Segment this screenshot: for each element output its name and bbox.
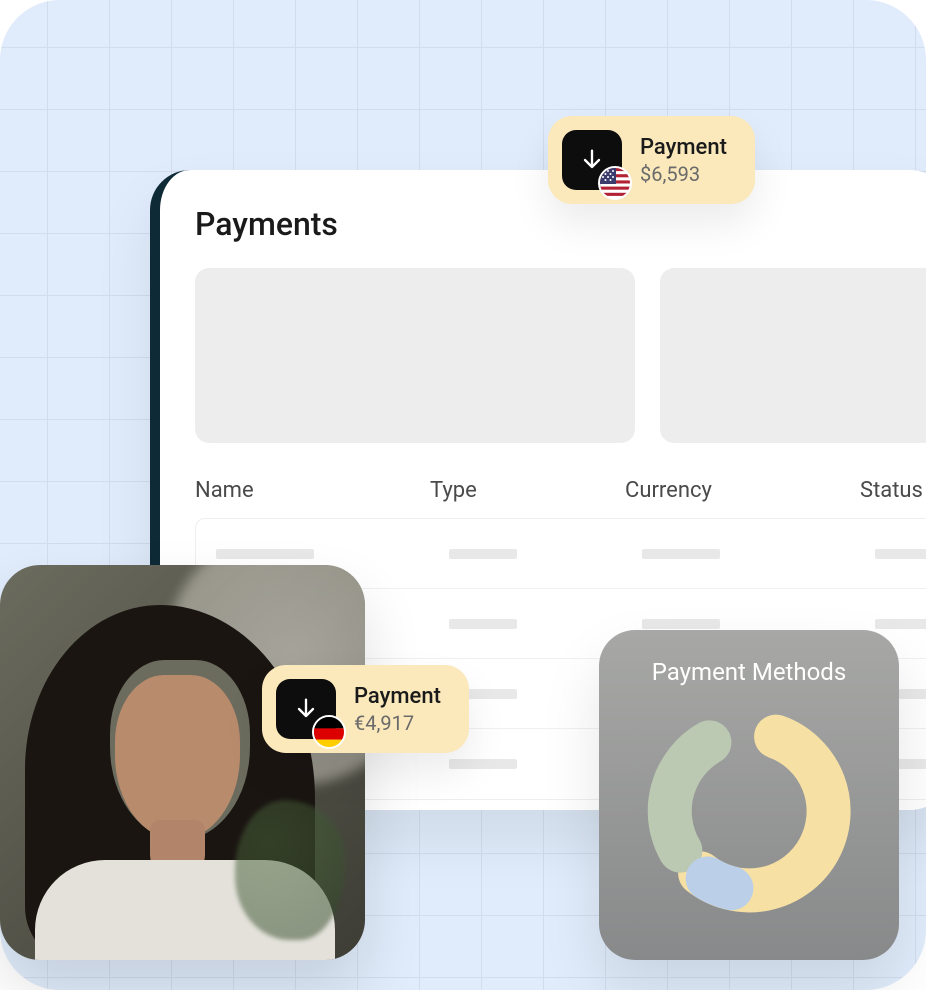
summary-cards-row <box>195 268 926 443</box>
payment-card-us: Payment $6,593 <box>548 116 755 204</box>
payment-amount: €4,917 <box>354 711 441 735</box>
payment-icon-wrap <box>276 679 336 739</box>
skeleton-cell <box>875 549 926 559</box>
payment-label: Payment <box>354 684 441 709</box>
summary-card-placeholder <box>195 268 635 443</box>
skeleton-cell <box>642 619 720 629</box>
skeleton-cell <box>449 619 517 629</box>
skeleton-cell <box>449 759 517 769</box>
table-header-row: Name Type Currency Status <box>195 478 926 503</box>
payment-label: Payment <box>640 135 727 160</box>
payment-icon-wrap <box>562 130 622 190</box>
skeleton-cell <box>216 549 314 559</box>
col-header-name: Name <box>195 478 430 503</box>
payment-card-text: Payment €4,917 <box>354 684 441 735</box>
col-header-type: Type <box>430 478 625 503</box>
payment-card-de: Payment €4,917 <box>262 665 469 753</box>
flag-de-icon <box>312 715 346 749</box>
promo-canvas: Payments Name Type Currency Status <box>0 0 926 990</box>
summary-card-placeholder <box>660 268 926 443</box>
skeleton-cell <box>642 549 720 559</box>
payment-amount: $6,593 <box>640 162 727 186</box>
payment-card-text: Payment $6,593 <box>640 135 727 186</box>
skeleton-cell <box>875 619 926 629</box>
page-title: Payments <box>195 205 926 243</box>
payment-methods-title: Payment Methods <box>652 658 846 686</box>
flag-us-icon <box>598 166 632 200</box>
skeleton-cell <box>449 549 517 559</box>
person-photo <box>0 565 365 960</box>
col-header-status: Status <box>860 478 926 503</box>
col-header-currency: Currency <box>625 478 860 503</box>
payment-methods-card: Payment Methods <box>599 630 899 960</box>
payment-methods-donut-chart <box>639 701 859 921</box>
